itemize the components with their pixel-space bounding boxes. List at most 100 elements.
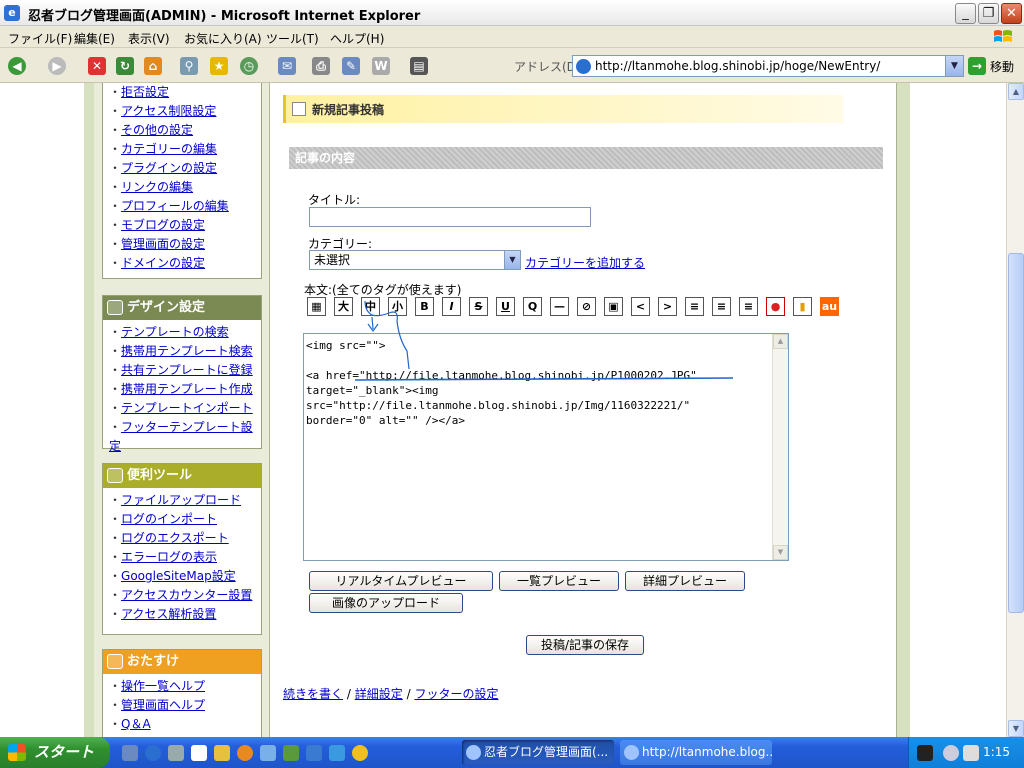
small-icon[interactable]: 小	[388, 297, 407, 316]
settings-link[interactable]: プラグインの設定	[109, 159, 261, 178]
go-arrow-icon[interactable]: →	[968, 57, 986, 75]
settings-link[interactable]: プロフィールの編集	[109, 197, 261, 216]
address-url[interactable]: http://ltanmohe.blog.shinobi.jp/hoge/New…	[595, 59, 880, 73]
less-than-icon[interactable]: <	[631, 297, 650, 316]
folder-icon[interactable]	[214, 745, 230, 761]
menu-view[interactable]: 表示(V)	[128, 30, 170, 47]
design-link[interactable]: フッターテンプレート設定	[109, 418, 261, 456]
settings-link[interactable]: その他の設定	[109, 121, 261, 140]
tools-link[interactable]: アクセス解析設置	[109, 605, 261, 624]
emoji-au-icon[interactable]: au	[820, 297, 839, 316]
settings-link[interactable]: 拒否設定	[109, 83, 261, 102]
task-button-admin[interactable]: 忍者ブログ管理画面(...	[462, 740, 614, 765]
medium-icon[interactable]: 中	[361, 297, 380, 316]
detail-settings-link[interactable]: 詳細設定	[355, 687, 403, 701]
image-icon[interactable]: ▣	[604, 297, 623, 316]
align-right-icon[interactable]: ≡	[712, 297, 731, 316]
tools-link[interactable]: エラーログの表示	[109, 548, 261, 567]
tools-link[interactable]: GoogleSiteMap設定	[109, 567, 261, 586]
save-button[interactable]: 投稿/記事の保存	[526, 635, 644, 655]
address-dropdown-icon[interactable]: ▼	[945, 56, 963, 76]
body-textarea[interactable]: <img src=""> <a href="http://file.ltanmo…	[303, 333, 789, 561]
large-icon[interactable]: 大	[334, 297, 353, 316]
search-tool-icon[interactable]	[306, 745, 322, 761]
settings-link[interactable]: リンクの編集	[109, 178, 261, 197]
menu-help[interactable]: ヘルプ(H)	[330, 30, 384, 47]
word-icon[interactable]: W	[372, 57, 390, 75]
editor-scroll-down-icon[interactable]: ▼	[773, 545, 788, 560]
music-icon[interactable]	[283, 745, 299, 761]
maximize-button[interactable]: ❐	[978, 3, 999, 24]
notepad-icon[interactable]	[168, 745, 184, 761]
go-button[interactable]: 移動	[990, 58, 1014, 75]
underline-icon[interactable]: U	[496, 297, 515, 316]
greater-than-icon[interactable]: >	[658, 297, 677, 316]
minimize-button[interactable]: _	[955, 3, 976, 24]
favorites-icon[interactable]: ★	[210, 57, 228, 75]
page-scrollbar[interactable]: ▲ ▼	[1006, 83, 1024, 737]
quote-icon[interactable]: Q	[523, 297, 542, 316]
recommend-link[interactable]: 操作一覧ヘルプ	[109, 677, 261, 696]
settings-link[interactable]: アクセス制限設定	[109, 102, 261, 121]
start-button[interactable]: スタート	[0, 737, 110, 768]
tools-link[interactable]: ログのインポート	[109, 510, 261, 529]
title-input[interactable]	[309, 207, 591, 227]
scroll-thumb[interactable]	[1008, 253, 1024, 613]
design-link[interactable]: テンプレートの検索	[109, 323, 261, 342]
settings-link[interactable]: モブログの設定	[109, 216, 261, 235]
refresh-icon[interactable]: ↻	[116, 57, 134, 75]
close-button[interactable]: ✕	[1001, 3, 1022, 24]
footer-settings-link[interactable]: フッターの設定	[414, 687, 498, 701]
ie-quicklaunch-icon[interactable]	[145, 745, 161, 761]
design-link[interactable]: テンプレートインポート	[109, 399, 261, 418]
tools-link[interactable]: ファイルアップロード	[109, 491, 261, 510]
color-picker-icon[interactable]: ▦	[307, 297, 326, 316]
stop-icon[interactable]: ✕	[88, 57, 106, 75]
link-icon[interactable]: ⊘	[577, 297, 596, 316]
continue-link[interactable]: 続きを書く	[283, 687, 343, 701]
research-icon[interactable]: ▤	[410, 57, 428, 75]
search-icon[interactable]: ⚲	[180, 57, 198, 75]
menu-file[interactable]: ファイル(F)	[8, 30, 72, 47]
bold-icon[interactable]: B	[415, 297, 434, 316]
edit-icon[interactable]: ✎	[342, 57, 360, 75]
address-bar[interactable]: http://ltanmohe.blog.shinobi.jp/hoge/New…	[572, 55, 964, 77]
align-left-icon[interactable]: ≡	[685, 297, 704, 316]
recommend-link[interactable]: Q＆A	[109, 715, 261, 734]
design-link[interactable]: 携帯用テンプレート検索	[109, 342, 261, 361]
settings-link[interactable]: 管理画面の設定	[109, 235, 261, 254]
task-button-blog[interactable]: http://ltanmohe.blog...	[620, 740, 772, 765]
home-icon[interactable]: ⌂	[144, 57, 162, 75]
body-text[interactable]: <img src=""> <a href="http://file.ltanmo…	[306, 338, 697, 428]
print-icon[interactable]: ⎙	[312, 57, 330, 75]
editor-scroll-up-icon[interactable]: ▲	[773, 334, 788, 349]
detail-preview-button[interactable]: 詳細プレビュー	[625, 571, 745, 591]
emoji-softbank-icon[interactable]: ▮	[793, 297, 812, 316]
scroll-down-icon[interactable]: ▼	[1008, 720, 1024, 737]
smiley-icon[interactable]	[352, 745, 368, 761]
tools-link[interactable]: ログのエクスポート	[109, 529, 261, 548]
hr-icon[interactable]: —	[550, 297, 569, 316]
list-preview-button[interactable]: 一覧プレビュー	[499, 571, 619, 591]
scroll-up-icon[interactable]: ▲	[1008, 83, 1024, 100]
back-icon[interactable]: ◀	[8, 57, 26, 75]
tray-expand-icon[interactable]	[943, 745, 959, 761]
emoji-docomo-icon[interactable]: ●	[766, 297, 785, 316]
design-link[interactable]: 携帯用テンプレート作成	[109, 380, 261, 399]
forward-icon[interactable]: ▶	[48, 57, 66, 75]
show-desktop-icon[interactable]	[122, 745, 138, 761]
settings-link[interactable]: ドメインの設定	[109, 254, 261, 273]
category-select[interactable]: 未選択 ▼	[309, 250, 521, 270]
strike-icon[interactable]: S	[469, 297, 488, 316]
add-category-link[interactable]: カテゴリーを追加する	[525, 254, 645, 271]
messenger-icon[interactable]	[329, 745, 345, 761]
media-icon[interactable]	[237, 745, 253, 761]
tools-link[interactable]: アクセスカウンター設置	[109, 586, 261, 605]
editor-scrollbar[interactable]: ▲ ▼	[772, 334, 788, 560]
upload-image-button[interactable]: 画像のアップロード	[309, 593, 463, 613]
ime-icon[interactable]	[917, 745, 933, 761]
italic-icon[interactable]: I	[442, 297, 461, 316]
realtime-preview-button[interactable]: リアルタイムプレビュー	[309, 571, 493, 591]
align-center-icon[interactable]: ≡	[739, 297, 758, 316]
design-link[interactable]: 共有テンプレートに登録	[109, 361, 261, 380]
